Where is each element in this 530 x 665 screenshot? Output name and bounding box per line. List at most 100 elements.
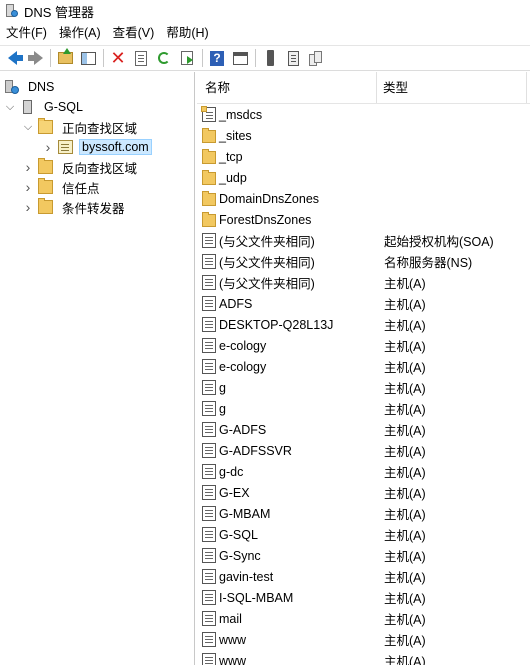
tree-label-zone: byssoft.com [79, 139, 152, 155]
table-row[interactable]: G-ADFSSVR 主机(A) [197, 440, 530, 461]
record-type: 主机(A) [384, 613, 426, 627]
tree-item-reverse-zones[interactable]: 反向查找区域 [22, 157, 140, 177]
record-type: 主机(A) [384, 445, 426, 459]
properties-button[interactable] [131, 48, 151, 68]
collapse-chevron-icon[interactable] [22, 201, 34, 213]
dns-record-icon [202, 296, 216, 311]
folder-icon [38, 158, 53, 174]
dns-record-icon [202, 359, 216, 374]
delete-button[interactable]: ✕ [108, 48, 128, 68]
record-name-cell: DomainDnsZones [197, 191, 383, 206]
record-type: 主机(A) [384, 529, 426, 543]
table-row[interactable]: G-SQL 主机(A) [197, 524, 530, 545]
table-row[interactable]: G-Sync 主机(A) [197, 545, 530, 566]
tree-item-dns[interactable]: DNS [4, 77, 57, 97]
record-name-cell: e-cology [197, 359, 383, 374]
table-row[interactable]: (与父文件夹相同) 名称服务器(NS) [197, 251, 530, 272]
up-one-level-button[interactable] [55, 48, 75, 68]
table-row[interactable]: G-MBAM 主机(A) [197, 503, 530, 524]
table-row[interactable]: I-SQL-MBAM 主机(A) [197, 587, 530, 608]
servers-button[interactable] [306, 48, 326, 68]
toolbar-separator [202, 49, 203, 67]
tree-item-zone-byssoft[interactable]: byssoft.com [42, 137, 152, 157]
export-list-button[interactable] [177, 48, 197, 68]
record-name: g-dc [219, 464, 244, 479]
record-name: DomainDnsZones [219, 191, 320, 206]
table-row[interactable]: www 主机(A) [197, 629, 530, 650]
table-row[interactable]: g 主机(A) [197, 377, 530, 398]
menu-file[interactable]: 文件(F) [0, 22, 53, 44]
table-row[interactable]: gavin-test 主机(A) [197, 566, 530, 587]
show-hide-console-tree-button[interactable] [78, 48, 98, 68]
menu-view[interactable]: 查看(V) [107, 22, 161, 44]
table-row[interactable]: g-dc 主机(A) [197, 461, 530, 482]
folder-icon [202, 191, 216, 206]
expand-chevron-icon[interactable] [22, 121, 34, 133]
record-name: gavin-test [219, 569, 274, 584]
forward-button[interactable] [25, 48, 45, 68]
tree-label-server: G-SQL [44, 100, 83, 114]
action-pane-button[interactable] [230, 48, 250, 68]
back-button[interactable] [2, 48, 23, 68]
expand-chevron-icon[interactable] [4, 101, 16, 113]
help-icon: ? [210, 50, 224, 66]
table-row[interactable]: (与父文件夹相同) 主机(A) [197, 272, 530, 293]
show-hide-pane-icon [80, 51, 96, 65]
table-row[interactable]: www 主机(A) [197, 650, 530, 665]
table-row[interactable]: DESKTOP-Q28L13J 主机(A) [197, 314, 530, 335]
toolbar-separator [103, 49, 104, 67]
server-button[interactable] [260, 48, 280, 68]
table-row[interactable]: e-cology 主机(A) [197, 335, 530, 356]
tree-item-forward-zones[interactable]: 正向查找区域 [22, 117, 140, 137]
record-name: _sites [219, 128, 252, 143]
record-type: 主机(A) [384, 277, 426, 291]
collapse-chevron-icon[interactable] [22, 181, 34, 193]
tree-item-conditional-forwarders[interactable]: 条件转发器 [22, 197, 128, 217]
table-row[interactable]: _udp [197, 167, 530, 188]
tree-item-trust-points[interactable]: 信任点 [22, 177, 103, 197]
table-row[interactable]: G-ADFS 主机(A) [197, 419, 530, 440]
folder-icon [202, 128, 216, 143]
server-record-button[interactable] [283, 48, 303, 68]
table-row[interactable]: _sites [197, 125, 530, 146]
table-row[interactable]: e-cology 主机(A) [197, 356, 530, 377]
record-name-cell: g-dc [197, 464, 383, 479]
table-row[interactable]: G-EX 主机(A) [197, 482, 530, 503]
record-name-cell: _msdcs [197, 106, 383, 122]
table-row[interactable]: _msdcs [197, 104, 530, 125]
record-name-cell: ForestDnsZones [197, 212, 383, 227]
table-row[interactable]: ForestDnsZones [197, 209, 530, 230]
record-name: ForestDnsZones [219, 212, 312, 227]
table-row[interactable]: g 主机(A) [197, 398, 530, 419]
record-type: 名称服务器(NS) [384, 256, 473, 270]
toolbar-separator [50, 49, 51, 67]
record-type: 主机(A) [384, 361, 426, 375]
record-name: _msdcs [219, 107, 263, 122]
export-list-icon [181, 51, 193, 65]
dns-record-icon [202, 653, 216, 665]
table-row[interactable]: DomainDnsZones [197, 188, 530, 209]
record-type: 主机(A) [384, 634, 426, 648]
folder-icon [38, 178, 53, 194]
table-row[interactable]: (与父文件夹相同) 起始授权机构(SOA) [197, 230, 530, 251]
record-type: 主机(A) [384, 508, 426, 522]
menu-help[interactable]: 帮助(H) [160, 22, 214, 44]
record-name-cell: (与父文件夹相同) [197, 273, 383, 292]
folder-icon [202, 149, 216, 164]
table-row[interactable]: _tcp [197, 146, 530, 167]
table-row[interactable]: mail 主机(A) [197, 608, 530, 629]
help-button[interactable]: ? [207, 48, 227, 68]
record-name-cell: G-Sync [197, 548, 383, 563]
dns-record-icon [202, 401, 216, 416]
column-header-type[interactable]: 类型 [377, 72, 527, 103]
table-row[interactable]: ADFS 主机(A) [197, 293, 530, 314]
record-name-cell: DESKTOP-Q28L13J [197, 317, 383, 332]
column-header-name[interactable]: 名称 [197, 72, 377, 103]
collapse-chevron-icon[interactable] [22, 161, 34, 173]
dns-record-icon [202, 611, 216, 626]
menu-action[interactable]: 操作(A) [53, 22, 107, 44]
refresh-button[interactable] [154, 48, 174, 68]
tree-label-conditional-forwarders: 条件转发器 [62, 201, 125, 216]
collapse-chevron-icon[interactable] [42, 141, 54, 153]
tree-item-server[interactable]: G-SQL [4, 97, 86, 117]
